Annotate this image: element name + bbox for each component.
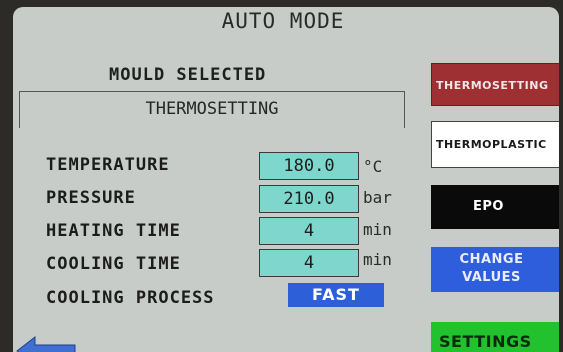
mould-selected-label: MOULD SELECTED bbox=[109, 65, 267, 85]
change-values-button[interactable]: CHANGE VALUES bbox=[431, 247, 559, 292]
pressure-label: PRESSURE bbox=[46, 188, 136, 208]
cooling-process-toggle[interactable]: FAST bbox=[288, 283, 384, 307]
page-title: AUTO MODE bbox=[221, 9, 345, 33]
pressure-field[interactable]: 210.0 bbox=[259, 185, 359, 213]
mould-selected-box: THERMOSETTING bbox=[19, 91, 405, 128]
heating-time-label: HEATING TIME bbox=[46, 221, 181, 241]
settings-button[interactable]: SETTINGS bbox=[431, 322, 559, 352]
cooling-time-unit: min bbox=[363, 250, 392, 269]
temperature-field[interactable]: 180.0 bbox=[259, 152, 359, 180]
hmi-screen: AUTO MODE MOULD SELECTED THERMOSETTING T… bbox=[13, 7, 559, 352]
hmi-panel: AUTO MODE MOULD SELECTED THERMOSETTING T… bbox=[0, 0, 563, 352]
cooling-time-label: COOLING TIME bbox=[46, 254, 181, 274]
temperature-unit: °C bbox=[363, 157, 383, 176]
left-arrow-icon[interactable] bbox=[13, 329, 77, 352]
temperature-label: TEMPERATURE bbox=[46, 155, 170, 175]
epo-button[interactable]: EPO bbox=[431, 185, 559, 229]
thermosetting-button[interactable]: THERMOSETTING bbox=[431, 63, 559, 106]
pressure-unit: bar bbox=[363, 188, 392, 207]
cooling-process-label: COOLING PROCESS bbox=[46, 288, 215, 308]
thermoplastic-button[interactable]: THERMOPLASTIC bbox=[431, 121, 559, 168]
mould-selected-value: THERMOSETTING bbox=[145, 99, 279, 119]
heating-time-field[interactable]: 4 bbox=[259, 217, 359, 245]
cooling-time-field[interactable]: 4 bbox=[259, 249, 359, 277]
heating-time-unit: min bbox=[363, 220, 392, 239]
